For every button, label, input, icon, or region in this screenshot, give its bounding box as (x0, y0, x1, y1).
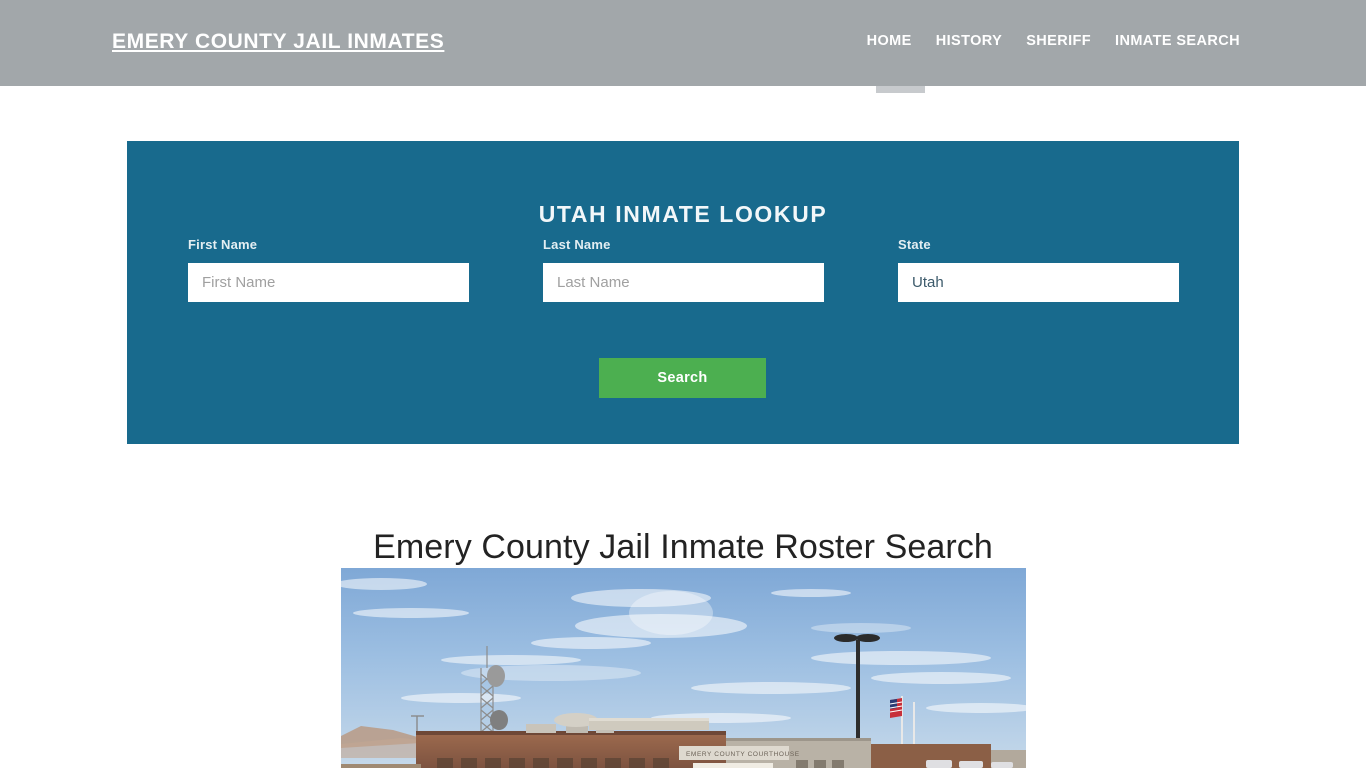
last-name-field-group: Last Name (543, 237, 824, 302)
nav-item-history[interactable]: History (924, 33, 1014, 49)
first-name-input[interactable] (188, 263, 469, 302)
first-name-label: First Name (188, 237, 258, 252)
courthouse-photo: EMERY COUNTY COURTHOUSE (341, 568, 1026, 768)
state-input[interactable] (898, 263, 1179, 302)
state-field-group: State (898, 237, 1179, 302)
search-button[interactable]: Search (599, 358, 766, 398)
first-name-field-group: First Name (188, 237, 469, 302)
building-sign-text: EMERY COUNTY COURTHOUSE (686, 751, 800, 758)
main-navigation: Home History Sheriff Inmate Search (855, 33, 1252, 49)
inmate-lookup-panel: Utah Inmate Lookup First Name Last Name … (127, 141, 1239, 444)
courthouse-photo-image: EMERY COUNTY COURTHOUSE (341, 568, 1026, 768)
nav-item-inmate-search[interactable]: Inmate Search (1103, 33, 1252, 49)
nav-item-home[interactable]: Home (855, 33, 924, 49)
nav-item-sheriff[interactable]: Sheriff (1014, 33, 1103, 49)
page-title: Emery County Jail Inmate Roster Search (373, 527, 993, 566)
nav-active-indicator (876, 86, 925, 93)
state-label: State (898, 237, 931, 252)
site-header: Emery County Jail Inmates Home History S… (0, 0, 1366, 93)
last-name-label: Last Name (543, 237, 611, 252)
site-logo[interactable]: Emery County Jail Inmates (112, 30, 444, 54)
last-name-input[interactable] (543, 263, 824, 302)
lookup-panel-title: Utah Inmate Lookup (538, 201, 828, 228)
